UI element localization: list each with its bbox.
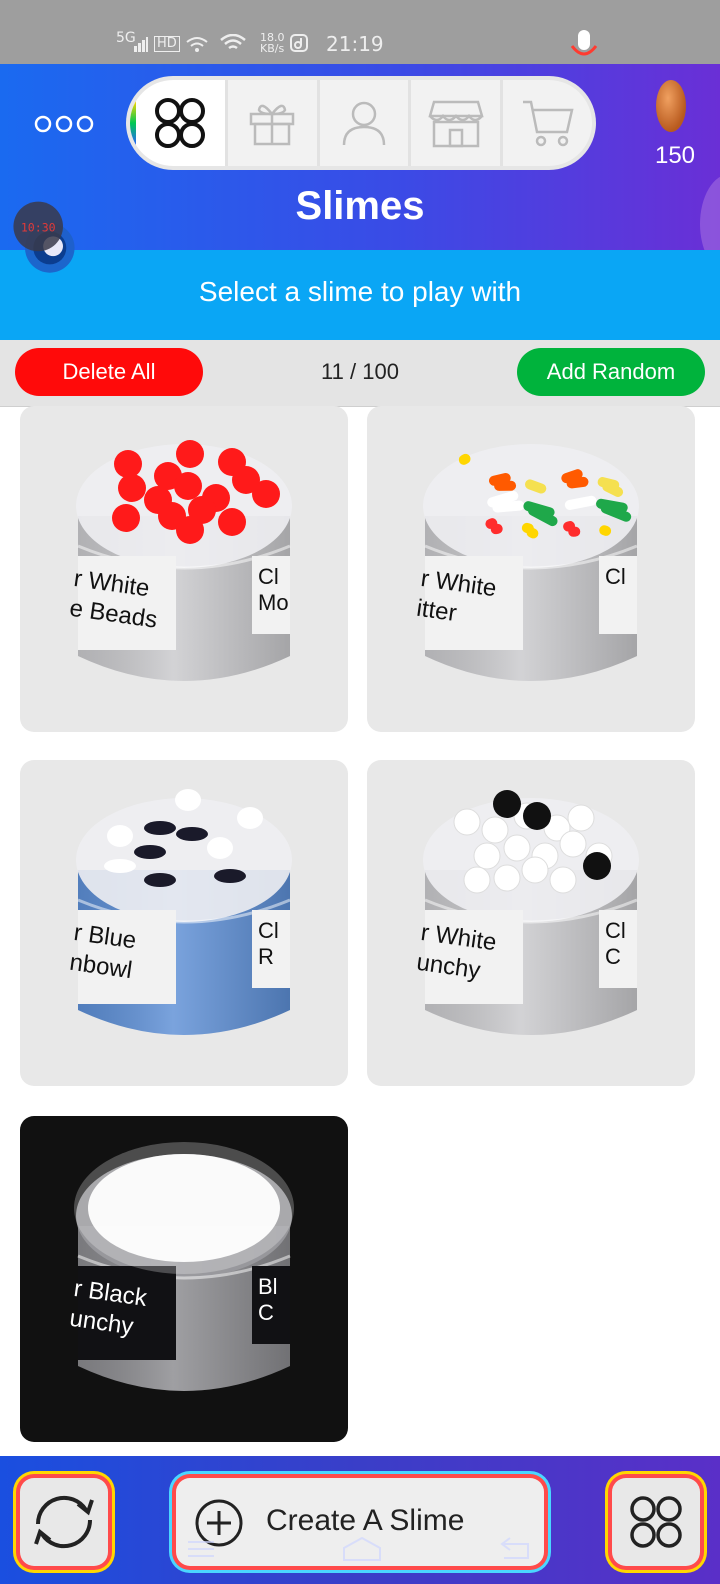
status-bar: 5G HD 18.0 KB/s 21:19	[0, 0, 720, 64]
tab-gifts[interactable]	[227, 80, 317, 166]
tab-shop[interactable]	[411, 80, 501, 166]
collection-button[interactable]	[612, 1478, 700, 1566]
slime-jar-side-label: Cl R	[258, 918, 279, 969]
app-header: 150 Slimes	[0, 64, 720, 250]
tiktok-icon	[290, 34, 308, 52]
slime-card[interactable]: r White unchy Cl C	[367, 760, 695, 1086]
network-indicator: 5G	[116, 30, 136, 46]
slime-card[interactable]: r White itter Cl	[367, 406, 695, 732]
floating-clock-widget[interactable]: 10:30	[6, 200, 82, 276]
slime-jar-image	[76, 440, 292, 681]
slime-jar-label: r White e Beads	[67, 564, 159, 634]
add-random-button[interactable]: Add Random	[517, 348, 705, 396]
slime-count: 11 / 100	[321, 359, 399, 384]
slime-card[interactable]: r Black unchy Bl C	[20, 1116, 348, 1442]
slime-jar-side-label: Cl Mo	[258, 564, 289, 615]
slime-jar-side-label: Cl	[605, 564, 626, 589]
overlay-clock-text: 10:30	[21, 220, 56, 234]
slime-card[interactable]: r Blue nbowl Cl R	[20, 760, 348, 1086]
page-title: Slimes	[295, 184, 425, 228]
net-speed: 18.0 KB/s	[260, 32, 285, 54]
tab-cart[interactable]	[503, 80, 592, 166]
slime-jar-image	[76, 789, 292, 1035]
clock: 21:19	[326, 32, 384, 56]
system-nav-overlay	[188, 1536, 529, 1561]
slime-jar-image	[423, 444, 639, 681]
refresh-icon	[34, 1495, 94, 1549]
tab-slimes[interactable]	[130, 80, 225, 166]
slime-jar-label: r Blue nbowl	[67, 918, 138, 985]
main-tab-bar	[126, 76, 596, 170]
create-slime-label: Create A Slime	[266, 1504, 465, 1537]
wifi-icon	[220, 34, 246, 50]
store-icon	[428, 100, 484, 148]
slime-card[interactable]: r White e Beads Cl Mo	[20, 406, 348, 732]
slime-toolbar: Delete All 11 / 100 Add Random	[0, 340, 720, 407]
slime-jar-side-label: Cl C	[605, 918, 626, 969]
hd-badge: HD	[154, 36, 180, 52]
coin-icon	[656, 80, 686, 132]
instruction-text: Select a slime to play with	[198, 276, 522, 307]
microphone-icon[interactable]	[567, 28, 601, 62]
slime-jar-label: r Black unchy	[67, 1274, 149, 1341]
slime-jar-side-label: Bl C	[258, 1274, 278, 1325]
cart-icon	[522, 100, 574, 147]
four-circles-icon	[630, 1496, 682, 1548]
slime-jar-label: r White itter	[414, 564, 499, 628]
gift-icon	[249, 104, 295, 146]
slime-jar-image	[423, 790, 639, 1035]
slime-jar-image	[74, 1142, 294, 1391]
four-circles-icon	[155, 98, 206, 148]
net-speed-unit: KB/s	[260, 42, 285, 55]
tab-profile[interactable]	[319, 80, 409, 166]
delete-all-button[interactable]: Delete All	[15, 348, 203, 396]
refresh-button[interactable]	[20, 1478, 108, 1566]
coin-count: 150	[654, 142, 696, 169]
hd-wifi-icon	[186, 37, 208, 52]
signal-icon	[134, 37, 148, 52]
person-icon	[342, 101, 386, 146]
bottom-bar: Create A Slime	[0, 1456, 720, 1584]
instruction-banner: Select a slime to play with	[0, 250, 720, 340]
slime-jar-label: r White unchy	[414, 918, 499, 985]
more-menu-icon[interactable]	[34, 114, 94, 134]
